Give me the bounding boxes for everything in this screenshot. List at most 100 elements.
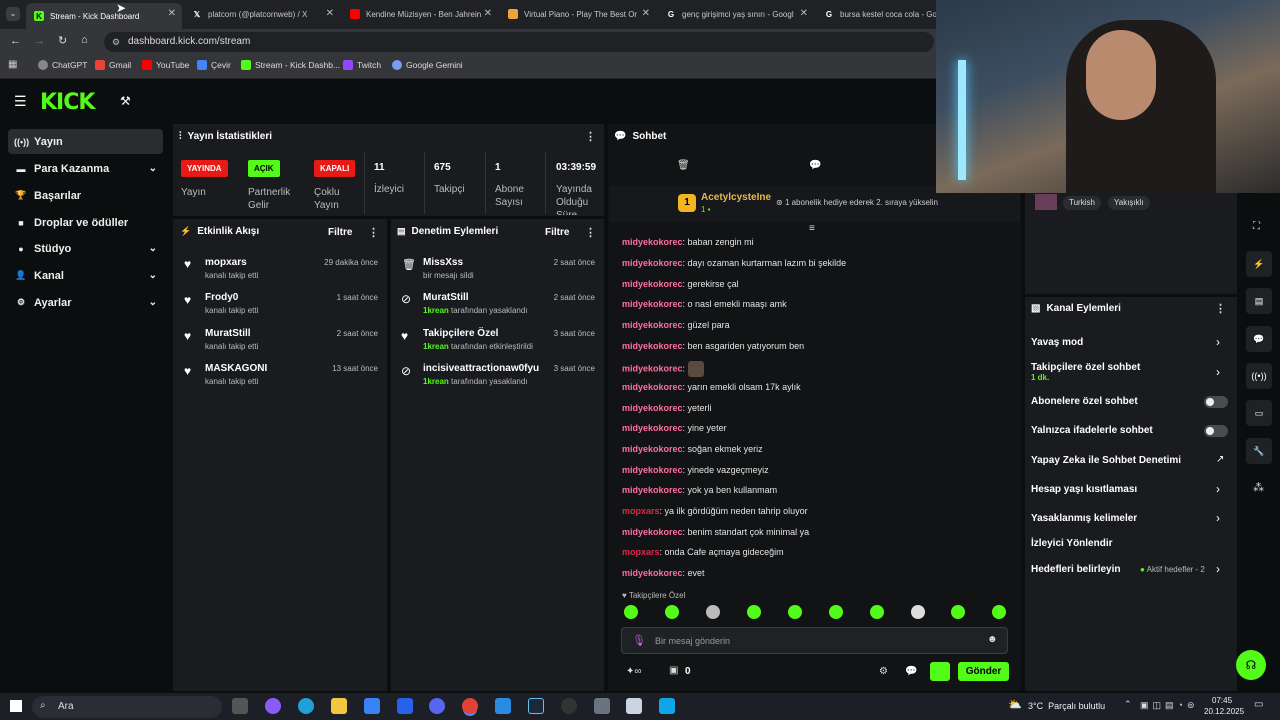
chrome-icon[interactable] [462, 698, 478, 714]
video-editor-icon[interactable] [659, 698, 675, 714]
chat-username[interactable]: midyekokorec [622, 465, 683, 475]
fullscreen-icon[interactable]: ⛶ [1253, 221, 1260, 232]
notepad-icon[interactable] [626, 698, 642, 714]
file-explorer-icon[interactable] [331, 698, 347, 714]
quick-action-broadcast[interactable]: ((•)) [1246, 363, 1272, 389]
chat-input-box[interactable]: 🎙 Bir mesaj gönderin ☻ [621, 627, 1008, 654]
subscribers-only-toggle[interactable] [1204, 396, 1228, 408]
edge-icon[interactable] [298, 698, 314, 714]
chat-username[interactable]: midyekokorec [622, 258, 683, 268]
emote-only-toggle[interactable] [1204, 425, 1228, 437]
apps-grid-icon[interactable]: ▦ [8, 59, 17, 70]
copilot-icon[interactable] [265, 698, 281, 714]
emote-button[interactable] [911, 605, 925, 619]
bookmark-twitch[interactable]: Twitch [343, 60, 381, 70]
bookmark-translate[interactable]: Çevir [197, 60, 231, 70]
chat-username[interactable]: midyekokorec [622, 237, 683, 247]
kick-emote-button[interactable] [930, 662, 950, 681]
activity-user[interactable]: mopxars [205, 257, 247, 268]
chat-username[interactable]: midyekokorec [622, 299, 683, 309]
close-tab-icon[interactable]: ✕ [326, 8, 334, 19]
moderation-menu-icon[interactable]: ⋮ [585, 226, 596, 239]
emote-button[interactable] [747, 605, 761, 619]
emote-button[interactable] [992, 605, 1006, 619]
emoji-icon[interactable]: ☻ [987, 634, 998, 645]
emote-button[interactable] [788, 605, 802, 619]
bookmark-chatgpt[interactable]: ChatGPT [38, 60, 87, 70]
discord-icon[interactable] [429, 698, 445, 714]
trash-icon[interactable]: 🗑 [677, 160, 690, 171]
pinned-user[interactable]: AcetylcysteIne [701, 192, 771, 203]
taskbar-search[interactable]: ⌕ Ara [32, 696, 222, 718]
support-chat-button[interactable]: ☊ [1236, 650, 1266, 680]
bookmark-gemini[interactable]: Google Gemini [392, 60, 463, 70]
moderator-name[interactable]: 1krean [423, 342, 449, 351]
chat-username[interactable]: midyekokorec [622, 444, 683, 454]
close-tab-icon[interactable]: ✕ [168, 8, 176, 19]
browser-tab-kick-dashboard[interactable]: K Stream - Kick Dashboard ✕ [26, 3, 182, 29]
browser-tab-youtube[interactable]: Kendine Müzisyen - Ben Jahrein ✕ [342, 3, 498, 25]
tray-chevron-icon[interactable]: ⌃ [1124, 699, 1132, 710]
chat-username[interactable]: midyekokorec [622, 485, 683, 495]
bookmark-kick[interactable]: Stream - Kick Dashb... [241, 60, 340, 70]
bluestacks-icon[interactable] [495, 698, 511, 714]
sidebar-item-settings[interactable]: ⚙ Ayarlar ⌄ [8, 290, 163, 315]
sidebar-item-studio[interactable]: ● Stüdyo ⌄ [8, 236, 163, 261]
send-button[interactable]: Gönder [958, 662, 1009, 681]
chat-username[interactable]: mopxars [622, 506, 660, 516]
chat-username[interactable]: midyekokorec [622, 403, 683, 413]
collapse-icon[interactable]: ≡ [809, 223, 815, 234]
browser-tab-google-2[interactable]: G bursa kestel coca cola - Goo [816, 3, 936, 25]
tab-list-button[interactable]: ⌄ [6, 7, 20, 21]
steam-icon[interactable] [528, 698, 544, 714]
chat-username[interactable]: midyekokorec [622, 363, 683, 373]
chat-username[interactable]: midyekokorec [622, 527, 683, 537]
monitor-app-icon[interactable] [594, 698, 610, 714]
emote-button[interactable] [870, 605, 884, 619]
sidebar-item-stream[interactable]: ((•)) Yayın [8, 129, 163, 154]
browser-tab-x[interactable]: 𝕏 platcorn (@platcornweb) / X ✕ [184, 3, 340, 25]
tag-chip[interactable]: Turkish [1063, 196, 1101, 210]
tag-chip[interactable]: Yakışıklı [1108, 196, 1150, 210]
task-view-icon[interactable] [232, 698, 248, 714]
quick-action-bolt[interactable]: ⚡ [1246, 251, 1272, 277]
notification-icon[interactable]: ▭ [1254, 699, 1263, 710]
quick-action-notes[interactable]: ▤ [1246, 288, 1272, 314]
chat-settings-icon[interactable]: 💬 [809, 160, 821, 171]
home-icon[interactable]: ⌂ [81, 34, 88, 46]
channel-actions-menu-icon[interactable]: ⋮ [1215, 302, 1226, 315]
bookmark-gmail[interactable]: Gmail [95, 60, 131, 70]
moderator-name[interactable]: 1krean [423, 377, 449, 386]
stats-menu-icon[interactable]: ⋮ [585, 130, 596, 143]
site-info-icon[interactable]: ⚙ [112, 32, 120, 52]
windows-start-icon[interactable] [10, 700, 22, 712]
activity-user[interactable]: MASKAGONI [205, 363, 267, 374]
microphone-icon[interactable]: 🎙 [632, 634, 646, 647]
moderator-name[interactable]: 1krean [423, 306, 449, 315]
browser-tab-piano[interactable]: Virtual Piano - Play The Best Or ✕ [500, 3, 656, 25]
chat-username[interactable]: midyekokorec [622, 279, 683, 289]
sidebar-item-monetization[interactable]: ▬ Para Kazanma ⌄ [8, 156, 163, 181]
activity-menu-icon[interactable]: ⋮ [368, 226, 379, 239]
activity-filter-button[interactable]: Filtre [328, 227, 352, 238]
address-bar[interactable]: ⚙ dashboard.kick.com/stream [104, 32, 934, 52]
weather-text[interactable]: 3°C Parçalı bulutlu [1028, 701, 1105, 711]
kick-logo[interactable]: KICK [40, 90, 95, 115]
quick-action-tools[interactable]: 🔧 [1246, 438, 1272, 464]
emote-button[interactable] [951, 605, 965, 619]
emote-button[interactable] [706, 605, 720, 619]
store-icon[interactable] [364, 698, 380, 714]
close-tab-icon[interactable]: ✕ [642, 8, 650, 19]
emote-button[interactable] [829, 605, 843, 619]
moderation-target[interactable]: incisiveattractionaw0fyu [423, 363, 539, 374]
chat-username[interactable]: midyekokorec [622, 341, 683, 351]
moderation-filter-button[interactable]: Filtre [545, 227, 569, 238]
gift-icon[interactable]: ▣ [669, 665, 678, 676]
menu-icon[interactable]: ☰ [14, 93, 27, 110]
activity-user[interactable]: MuratStill [205, 328, 251, 339]
quick-action-chat[interactable]: 💬 [1246, 326, 1272, 352]
connections-icon[interactable]: ⁂ [1253, 481, 1264, 494]
chat-username[interactable]: midyekokorec [622, 320, 683, 330]
quick-action-monitor[interactable]: ▭ [1246, 400, 1272, 426]
settings-icon[interactable]: ⚙ [879, 666, 888, 677]
